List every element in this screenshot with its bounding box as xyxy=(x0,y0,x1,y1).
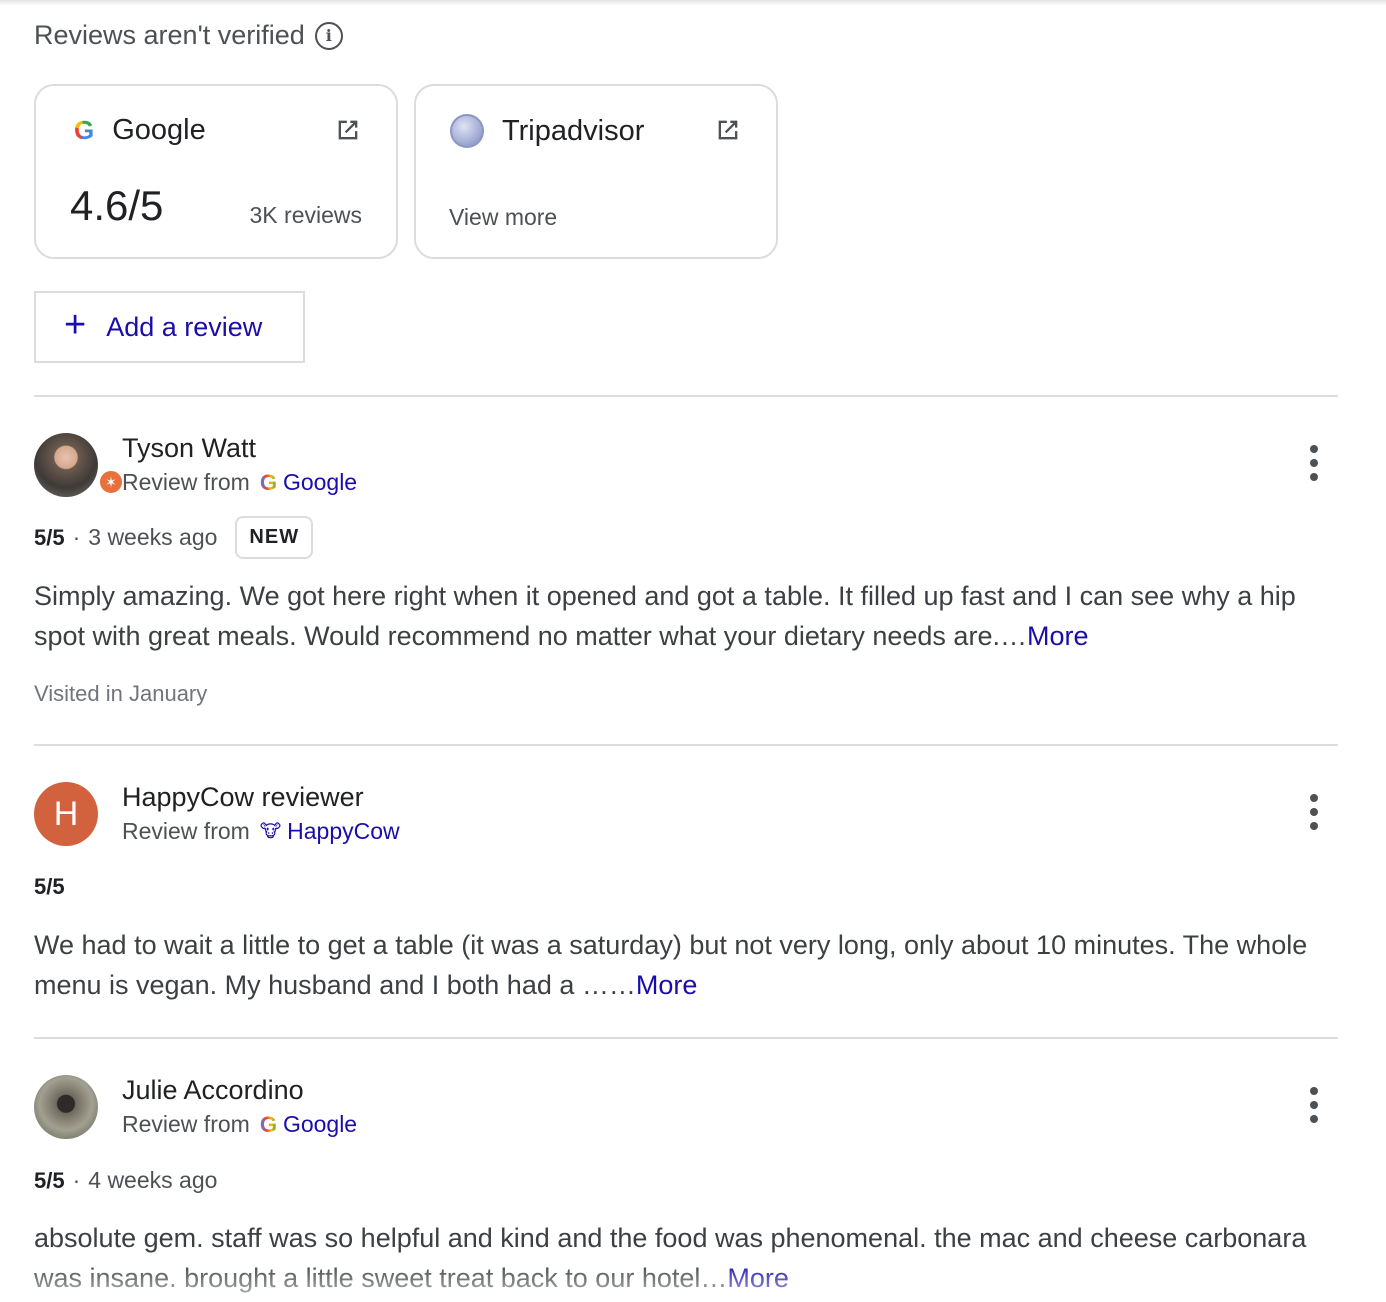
avatar[interactable]: H xyxy=(34,782,98,846)
divider xyxy=(34,395,1338,397)
review-source-link[interactable]: 🐮 HappyCow xyxy=(260,818,400,845)
open-external-icon[interactable] xyxy=(334,116,362,144)
reviews-header: Reviews aren't verified i xyxy=(34,20,343,51)
review-from-label: Review from xyxy=(122,1111,250,1137)
review-source-name: Google xyxy=(282,1111,358,1137)
avatar[interactable] xyxy=(34,1075,98,1139)
more-options-icon[interactable] xyxy=(1308,1087,1320,1123)
review-meta: 5/5 · 4 weeks ago xyxy=(34,1167,217,1194)
review-source: Review from G Google xyxy=(122,1111,357,1138)
review-text: We had to wait a little to get a table (… xyxy=(34,925,1324,1005)
info-icon[interactable]: i xyxy=(314,21,343,50)
open-external-icon[interactable] xyxy=(714,116,742,144)
google-logo-icon: G xyxy=(259,1111,277,1137)
more-link[interactable]: More xyxy=(727,1263,789,1293)
new-badge: NEW xyxy=(235,516,314,559)
meta-separator: · xyxy=(72,1167,81,1193)
review-score: 5/5 xyxy=(34,874,65,899)
tripadvisor-view-more[interactable]: View more xyxy=(449,204,557,231)
google-logo-icon: G xyxy=(259,469,277,495)
avatar[interactable] xyxy=(34,433,98,497)
review-body: absolute gem. staff was so helpful and k… xyxy=(34,1223,1307,1293)
review-text: absolute gem. staff was so helpful and k… xyxy=(34,1218,1324,1298)
google-review-count: 3K reviews xyxy=(249,202,362,228)
more-link[interactable]: More xyxy=(636,970,698,1000)
review-source-link[interactable]: G Google xyxy=(260,469,357,496)
review-from-label: Review from xyxy=(122,469,250,495)
google-rating: 4.6/5 xyxy=(70,182,164,229)
review-score: 5/5 xyxy=(34,1167,65,1193)
review-source: Review from 🐮 HappyCow xyxy=(122,818,400,845)
tripadvisor-globe-icon xyxy=(450,114,484,148)
review-from-label: Review from xyxy=(122,818,250,844)
reviews-header-title: Reviews aren't verified xyxy=(34,20,305,50)
add-review-button[interactable]: + Add a review xyxy=(34,291,305,363)
review-time: 4 weeks ago xyxy=(88,1167,218,1193)
tripadvisor-source-card[interactable]: Tripadvisor View more xyxy=(414,84,778,259)
divider xyxy=(34,744,1338,746)
review-source: Review from G Google xyxy=(122,469,357,496)
review-text: Simply amazing. We got here right when i… xyxy=(34,576,1324,656)
more-options-icon[interactable] xyxy=(1308,445,1320,481)
review-item: H HappyCow reviewer Review from 🐮 HappyC… xyxy=(34,782,1344,1022)
plus-icon: + xyxy=(64,304,87,346)
reviewer-name[interactable]: Tyson Watt xyxy=(122,433,256,464)
review-score: 5/5 xyxy=(34,524,65,550)
review-item: ✶ Tyson Watt Review from G Google 5/5 · … xyxy=(34,433,1344,723)
add-review-label: Add a review xyxy=(106,311,263,342)
google-logo-icon: G xyxy=(74,115,95,145)
tripadvisor-source-name: Tripadvisor xyxy=(502,114,645,147)
meta-separator: · xyxy=(72,524,81,550)
more-options-icon[interactable] xyxy=(1308,794,1320,830)
more-link[interactable]: More xyxy=(1027,621,1089,651)
divider xyxy=(34,1037,1338,1039)
review-source-link[interactable]: G Google xyxy=(260,1111,357,1138)
review-source-name: HappyCow xyxy=(287,818,400,844)
review-meta: 5/5 · 3 weeks ago NEW xyxy=(34,516,314,559)
reviewer-name[interactable]: HappyCow reviewer xyxy=(122,782,364,813)
review-item: Julie Accordino Review from G Google 5/5… xyxy=(34,1075,1344,1302)
review-time: 3 weeks ago xyxy=(88,524,218,550)
reviewer-name[interactable]: Julie Accordino xyxy=(122,1075,304,1106)
local-guide-badge-icon: ✶ xyxy=(98,469,124,495)
google-source-card[interactable]: G Google 4.6/5 3K reviews xyxy=(34,84,398,259)
review-source-name: Google xyxy=(282,469,358,495)
review-body: Simply amazing. We got here right when i… xyxy=(34,581,1296,651)
visited-info: Visited in January xyxy=(34,681,208,706)
happycow-logo-icon: 🐮 xyxy=(259,821,282,841)
top-shadow xyxy=(0,0,1386,6)
google-source-name: Google xyxy=(112,114,206,146)
review-meta: 5/5 xyxy=(34,874,65,900)
